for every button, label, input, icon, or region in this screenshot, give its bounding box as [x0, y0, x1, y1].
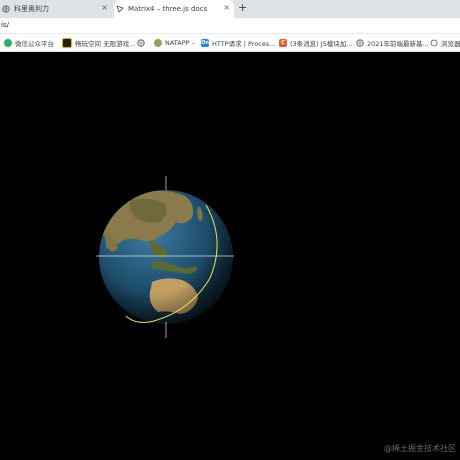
- threejs-icon: [116, 5, 124, 13]
- globe-icon: [356, 38, 364, 47]
- bookmark-wechat[interactable]: 微信公众平台: [4, 37, 54, 48]
- csdn-icon: C: [279, 38, 287, 47]
- address-url: is/: [1, 21, 9, 29]
- bookmark-label: 2021年前端最新基...: [367, 39, 429, 48]
- game-icon: [62, 37, 72, 48]
- bookmark-label: 微信公众平台: [15, 39, 54, 48]
- bookmark-label: HTTP请求 | Proces...: [212, 39, 276, 48]
- close-tab-icon[interactable]: ×: [101, 3, 108, 12]
- bookmarks-bar: 微信公众平台 畅玩空间 无限游戏... NATAPP - On HTTP请求 |…: [0, 34, 460, 52]
- bookmark-label: 浏览器: [441, 39, 460, 48]
- threejs-canvas[interactable]: [0, 52, 460, 460]
- processon-icon: On: [201, 38, 209, 47]
- bookmark-csdn[interactable]: C (3条消息) JS模块加...: [279, 37, 353, 48]
- tab-title: 科里奥利力: [14, 5, 49, 13]
- tab-strip: 科里奥利力 × Matrix4 – three.js docs × +: [0, 0, 460, 18]
- new-zealand: [211, 308, 215, 318]
- tab-coriolis[interactable]: 科里奥利力 ×: [0, 0, 112, 18]
- bookmark-icon: [430, 39, 438, 46]
- wechat-icon: [4, 38, 12, 47]
- bookmark-browser[interactable]: 浏览器: [430, 37, 460, 48]
- tab-matrix4-docs[interactable]: Matrix4 – three.js docs ×: [114, 0, 234, 18]
- bookmark-label: NATAPP -: [165, 38, 194, 47]
- bookmark-label: 畅玩空间 无限游戏...: [75, 39, 136, 48]
- bookmark-natapp[interactable]: NATAPP -: [154, 37, 194, 48]
- close-tab-icon[interactable]: ×: [223, 3, 230, 12]
- natapp-icon: [154, 38, 162, 47]
- globe-icon: [2, 5, 10, 13]
- address-bar[interactable]: is/: [0, 18, 460, 34]
- new-tab-button[interactable]: +: [238, 1, 247, 14]
- bookmark-game[interactable]: 畅玩空间 无限游戏...: [62, 37, 135, 48]
- watermark: @稀土掘金技术社区: [384, 444, 456, 453]
- bookmark-frontend[interactable]: 2021年前端最新基...: [356, 37, 429, 48]
- tab-title: Matrix4 – three.js docs: [128, 5, 208, 13]
- bookmark-label: (3条消息) JS模块加...: [290, 39, 353, 48]
- globe-icon: [137, 38, 145, 47]
- continents: [99, 190, 233, 324]
- bookmark-globe[interactable]: [137, 37, 148, 48]
- bookmark-processon[interactable]: On HTTP请求 | Proces...: [201, 37, 275, 48]
